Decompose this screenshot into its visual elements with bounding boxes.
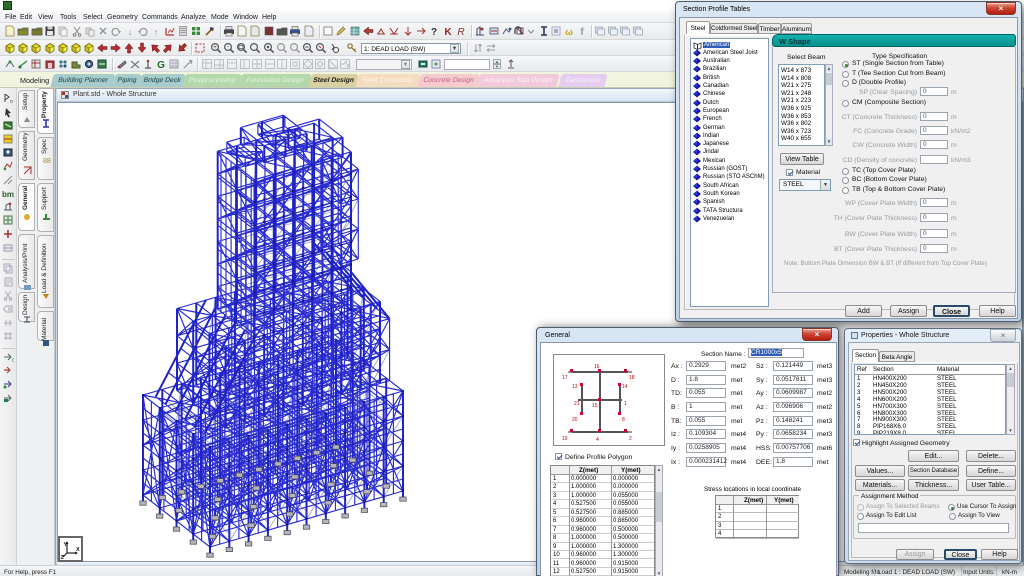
- svg-text:K: K: [444, 27, 452, 37]
- svg-text:4: 4: [596, 437, 599, 443]
- svg-text:↑: ↑: [154, 27, 159, 37]
- svg-text:17: 17: [562, 375, 568, 381]
- svg-text:bm: bm: [2, 190, 14, 199]
- svg-text:18: 18: [629, 375, 635, 381]
- svg-text:G: G: [12, 358, 14, 363]
- svg-text:8: 8: [622, 417, 625, 423]
- svg-text:↓: ↓: [127, 27, 132, 37]
- svg-text:2: 2: [629, 436, 632, 442]
- svg-text:19: 19: [562, 436, 568, 442]
- svg-text:15: 15: [592, 403, 598, 409]
- svg-text:ω: ω: [565, 27, 573, 37]
- svg-text:88: 88: [43, 158, 51, 165]
- svg-text:21: 21: [574, 401, 580, 407]
- svg-text:16: 16: [594, 364, 600, 370]
- svg-text:R: R: [457, 27, 464, 37]
- svg-text:13: 13: [572, 384, 578, 390]
- svg-text:20: 20: [572, 417, 578, 423]
- svg-text:14: 14: [622, 384, 628, 390]
- svg-text:+: +: [213, 45, 217, 51]
- svg-text:G: G: [157, 60, 165, 70]
- svg-text:1: 1: [624, 401, 627, 407]
- svg-text:?: ?: [431, 27, 437, 37]
- svg-text:o: o: [10, 99, 13, 104]
- svg-text:Y: Y: [64, 542, 68, 548]
- svg-text:X: X: [76, 547, 80, 553]
- svg-text:f: f: [580, 27, 584, 37]
